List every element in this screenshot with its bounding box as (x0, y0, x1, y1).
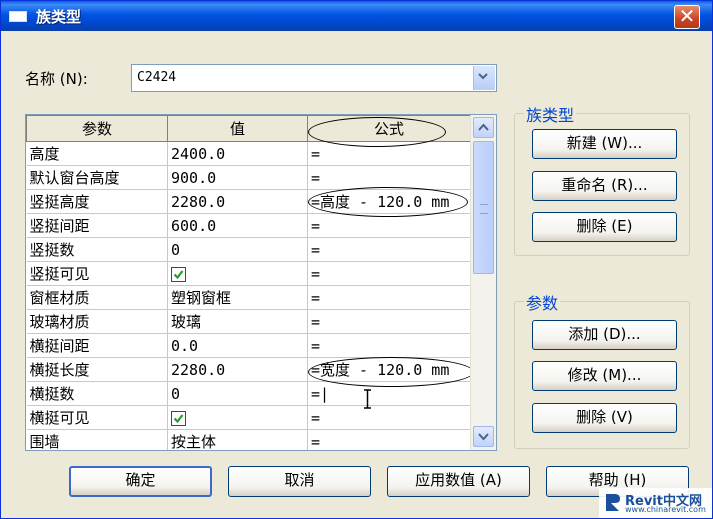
table-row[interactable]: 竖挺间距 600.0 = (26, 213, 471, 238)
family-types-group-title: 族类型 (524, 102, 577, 126)
formula-cell[interactable]: = (307, 309, 471, 334)
apply-values-button[interactable]: 应用数值 (A) (387, 466, 530, 497)
grid-vertical-scrollbar[interactable] (470, 115, 496, 450)
parameter-value-cell[interactable]: 2400.0 (167, 141, 308, 166)
watermark-url: www.chinarevit.com (625, 505, 706, 514)
add-parameter-button[interactable]: 添加 (D)... (532, 320, 677, 350)
name-combobox[interactable]: C2424 (131, 64, 497, 92)
scroll-thumb[interactable] (473, 141, 494, 274)
text-cursor-icon (364, 389, 371, 409)
parameter-name-cell: 高度 (26, 141, 168, 166)
parameters-group-title: 参数 (524, 290, 561, 314)
parameter-value-cell[interactable]: 0.0 (167, 333, 308, 358)
formula-cell[interactable]: = (307, 261, 471, 286)
parameter-name-cell: 竖挺数 (26, 237, 168, 262)
formula-cell[interactable]: = (307, 285, 471, 310)
parameter-name-cell: 横挺长度 (26, 357, 168, 382)
table-row[interactable]: 横挺数 0 =| (26, 381, 471, 406)
revit-logo-icon (606, 494, 620, 511)
table-row[interactable]: 横挺间距 0.0 = (26, 333, 471, 358)
table-header-row: 参数 值 公式 (26, 115, 471, 142)
parameter-value-cell[interactable]: 2280.0 (167, 357, 308, 382)
parameter-value-cell[interactable]: 600.0 (167, 213, 308, 238)
rename-type-button[interactable]: 重命名 (R)... (532, 171, 677, 201)
parameter-name-cell: 横挺间距 (26, 333, 168, 358)
name-value: C2424 (137, 70, 177, 85)
formula-cell[interactable]: =| (307, 381, 471, 406)
visibility-checkbox[interactable] (171, 410, 186, 426)
table-row[interactable]: 高度 2400.0 = (26, 141, 471, 166)
parameters-grid: 参数 值 公式 高度 2400.0 = 默认窗台高度 900.0 = 竖挺高度 2280.0 =… (25, 114, 497, 451)
parameter-name-cell: 竖挺高度 (26, 189, 168, 214)
formula-cell[interactable]: = (307, 213, 471, 238)
table-row[interactable]: 横挺长度 2280.0 =宽度 - 120.0 mm (26, 357, 471, 382)
close-button[interactable]: ✕ (674, 5, 700, 29)
scroll-down-button[interactable] (473, 426, 494, 447)
parameter-value-cell[interactable]: 2280.0 (167, 189, 308, 214)
parameter-name-cell: 玻璃材质 (26, 309, 168, 334)
parameter-name-cell: 横挺数 (26, 381, 168, 406)
parameter-value-cell[interactable]: 0 (167, 381, 308, 406)
new-type-button[interactable]: 新建 (W)... (532, 129, 677, 159)
table-row[interactable]: 竖挺高度 2280.0 =高度 - 120.0 mm (26, 189, 471, 214)
chevron-down-icon (478, 73, 488, 80)
formula-cell[interactable]: = (307, 429, 471, 450)
window-title: 族类型 (36, 8, 82, 26)
formula-cell[interactable]: = (307, 237, 471, 262)
delete-parameter-button[interactable]: 删除 (V) (532, 403, 677, 433)
column-header-formula[interactable]: 公式 (307, 115, 471, 142)
formula-cell[interactable]: = (307, 333, 471, 358)
table-row[interactable]: 竖挺数 0 = (26, 237, 471, 262)
parameter-value-cell[interactable]: 0 (167, 237, 308, 262)
name-label: 名称 (N): (25, 70, 88, 88)
modify-parameter-button[interactable]: 修改 (M)... (532, 361, 677, 391)
grip-icon (480, 204, 488, 214)
parameter-value-cell[interactable]: 塑钢窗框 (167, 285, 308, 310)
family-types-dialog: 族类型 ✕ 名称 (N): C2424 参数 值 公式 高度 2400.0 = 默认窗… (0, 0, 713, 519)
table-row[interactable]: 玻璃材质 玻璃 = (26, 309, 471, 334)
watermark: Revit中文网 www.chinarevit.com (599, 488, 712, 518)
table-row[interactable]: 竖挺可见 = (26, 261, 471, 286)
parameter-name-cell: 默认窗台高度 (26, 165, 168, 190)
parameter-value-cell[interactable] (167, 261, 308, 286)
formula-cell[interactable]: = (307, 165, 471, 190)
parameter-name-cell: 竖挺可见 (26, 261, 168, 286)
ok-button[interactable]: 确定 (69, 466, 212, 497)
formula-cell[interactable]: = (307, 405, 471, 430)
formula-cell[interactable]: =宽度 - 120.0 mm (307, 357, 471, 382)
cancel-button[interactable]: 取消 (228, 466, 371, 497)
formula-cell[interactable]: =高度 - 120.0 mm (307, 189, 471, 214)
parameter-name-cell: 围墙 (26, 429, 168, 450)
window-icon (9, 11, 27, 22)
parameters-table: 参数 值 公式 高度 2400.0 = 默认窗台高度 900.0 = 竖挺高度 2280.0 =… (26, 115, 471, 450)
chevron-up-icon (478, 123, 489, 131)
delete-type-button[interactable]: 删除 (E) (532, 212, 677, 242)
parameter-name-cell: 横挺可见 (26, 405, 168, 430)
parameter-value-cell[interactable] (167, 405, 308, 430)
parameter-value-cell[interactable]: 玻璃 (167, 309, 308, 334)
parameter-name-cell: 窗框材质 (26, 285, 168, 310)
close-icon: ✕ (678, 4, 696, 28)
parameter-name-cell: 竖挺间距 (26, 213, 168, 238)
table-row[interactable]: 窗框材质 塑钢窗框 = (26, 285, 471, 310)
column-header-parameter[interactable]: 参数 (26, 115, 168, 142)
dropdown-button[interactable] (473, 66, 495, 90)
title-bar[interactable]: 族类型 ✕ (1, 1, 712, 31)
chevron-down-icon (478, 433, 489, 441)
parameter-value-cell[interactable]: 按主体 (167, 429, 308, 450)
table-row[interactable]: 围墙 按主体 = (26, 429, 471, 450)
checkmark-icon (173, 269, 184, 279)
checkmark-icon (173, 413, 184, 423)
table-row[interactable]: 默认窗台高度 900.0 = (26, 165, 471, 190)
parameter-value-cell[interactable]: 900.0 (167, 165, 308, 190)
column-header-value[interactable]: 值 (167, 115, 308, 142)
visibility-checkbox[interactable] (171, 266, 186, 282)
table-row[interactable]: 横挺可见 = (26, 405, 471, 430)
scroll-up-button[interactable] (473, 117, 494, 138)
formula-cell[interactable]: = (307, 141, 471, 166)
